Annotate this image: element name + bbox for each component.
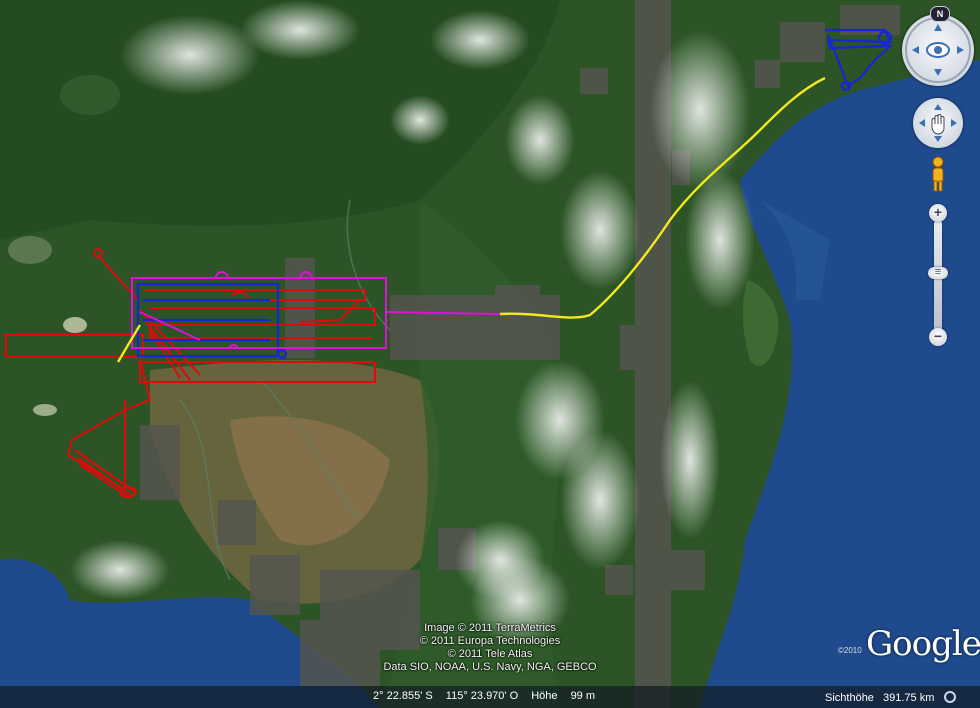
clearing [33, 404, 57, 416]
imagery-attribution: Image © 2011 TerraMetrics © 2011 Europa … [365, 622, 615, 674]
imagery-tile [620, 325, 660, 370]
imagery-tile [140, 425, 180, 500]
attribution-line: Image © 2011 TerraMetrics [424, 622, 556, 634]
status-bar: 2° 22.855' S 115° 23.970' O Höhe 99 m Si… [0, 686, 980, 708]
attribution-line: © 2011 Tele Atlas [447, 648, 533, 660]
ring-icon [944, 691, 957, 703]
eye-altitude: Sichthöhe 391.75 km [825, 690, 957, 704]
imagery-tile [250, 555, 300, 615]
zoom-in-button[interactable]: + [929, 204, 947, 222]
hand-icon [931, 114, 945, 135]
zoom-slider[interactable]: + ≡ − [928, 202, 948, 348]
clearing [8, 236, 52, 264]
satellite-map[interactable] [0, 0, 980, 708]
attribution-line: © 2011 Europa Technologies [419, 635, 561, 647]
imagery-tile [670, 550, 705, 590]
zoom-thumb[interactable]: ≡ [928, 267, 948, 279]
elevation-label: Höhe [531, 690, 558, 702]
elevation-value: 99 m [570, 690, 596, 702]
imagery-tile [580, 68, 608, 94]
map-viewport[interactable]: Image © 2011 TerraMetrics © 2011 Europa … [0, 0, 980, 708]
longitude-readout: 115° 23.970' O [445, 690, 519, 702]
move-control[interactable] [913, 98, 963, 148]
clearing [60, 75, 120, 115]
imagery-tile [755, 60, 780, 88]
eye-altitude-label: Sichthöhe [825, 692, 874, 704]
compass-north[interactable]: N [930, 6, 950, 22]
eye-icon [926, 42, 950, 58]
eye-altitude-value: 391.75 km [883, 692, 935, 704]
look-control[interactable] [902, 14, 974, 86]
cursor-coordinates: 2° 22.855' S 115° 23.970' O Höhe 99 m [373, 690, 605, 702]
attribution-line: Data SIO, NOAA, U.S. Navy, NGA, GEBCO [383, 661, 597, 673]
pegman-icon[interactable] [928, 156, 948, 194]
logo-brand: Google [866, 624, 980, 664]
latitude-readout: 2° 22.855' S [373, 690, 433, 702]
zoom-out-button[interactable]: − [929, 328, 947, 346]
logo-copyright: ©2010 [838, 646, 862, 655]
imagery-tile [780, 22, 825, 62]
clearing [63, 317, 87, 333]
imagery-tile [495, 285, 540, 315]
imagery-tile [218, 500, 256, 545]
imagery-tile [605, 565, 633, 595]
